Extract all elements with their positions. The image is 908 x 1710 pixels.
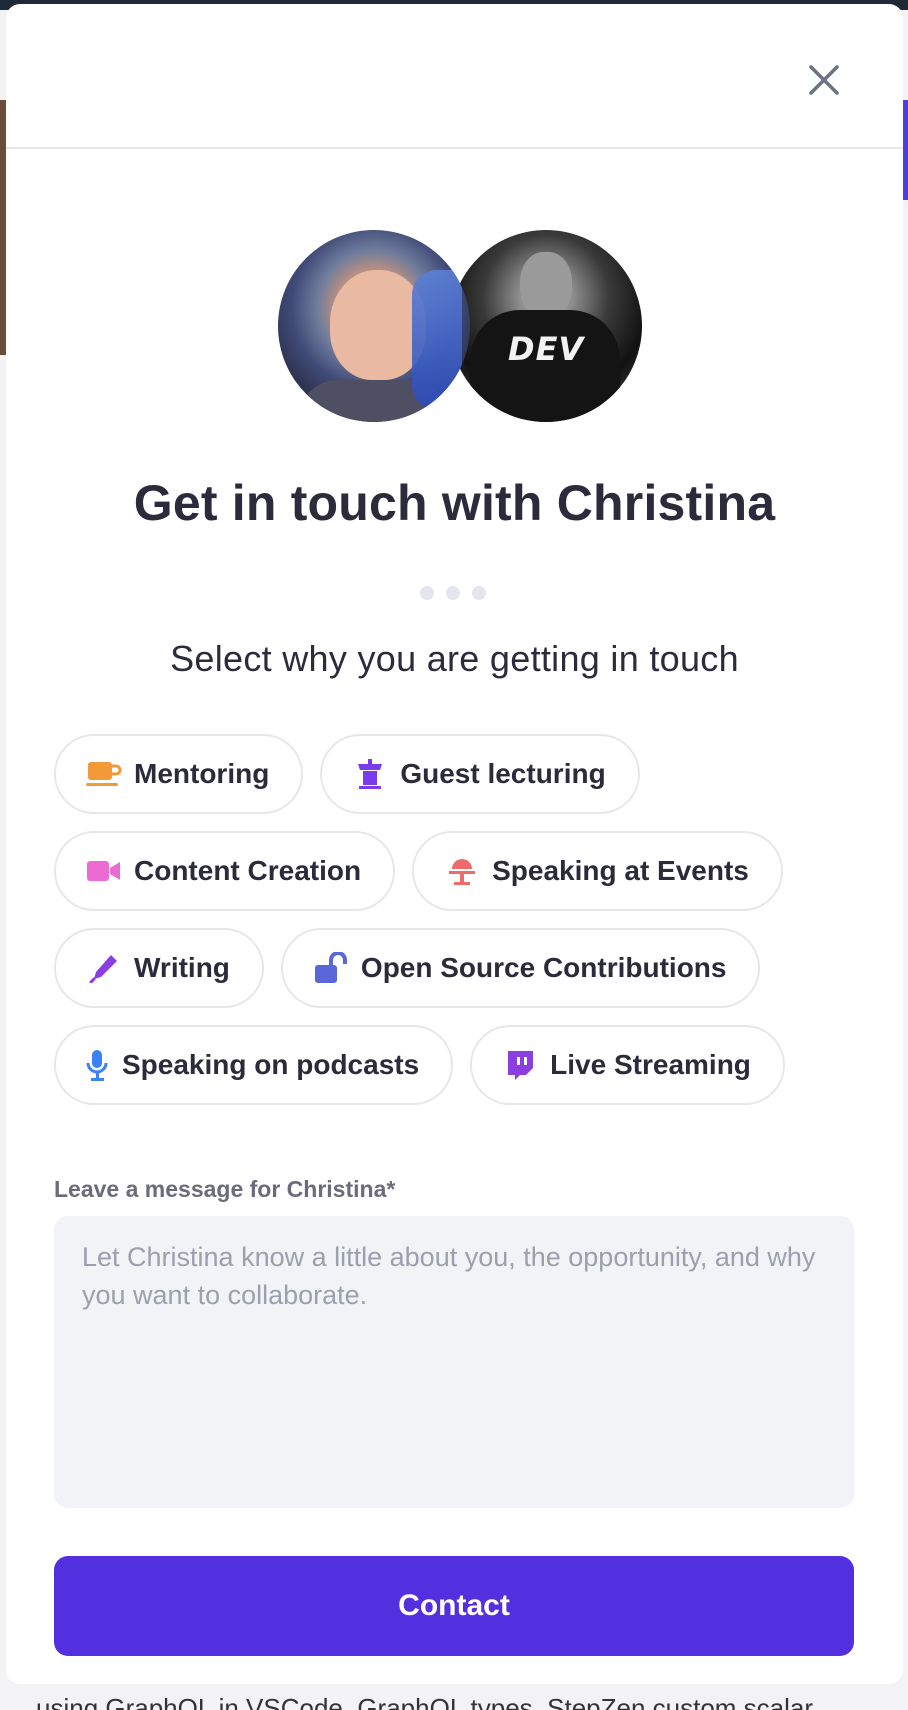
reason-label: Writing — [134, 952, 230, 983]
video-camera-icon — [86, 853, 122, 889]
step-indicator — [420, 586, 486, 600]
reason-chip-podcasts[interactable]: Speaking on podcasts — [54, 1025, 454, 1105]
reason-chip-mentoring[interactable]: Mentoring — [54, 734, 304, 814]
step-dot — [420, 586, 434, 600]
reason-chip-speaking-at-events[interactable]: Speaking at Events — [412, 831, 783, 911]
pen-icon — [86, 950, 122, 986]
step-dot — [472, 586, 486, 600]
podium-icon — [444, 853, 480, 889]
contact-modal: DEV Get in touch with Christina Select w… — [6, 4, 903, 1684]
reason-label: Open Source Contributions — [360, 952, 727, 983]
reason-label: Guest lecturing — [400, 758, 606, 789]
avatar-requester: DEV — [450, 230, 642, 422]
modal-subtitle: Select why you are getting in touch — [170, 638, 739, 679]
step-dot — [446, 586, 460, 600]
reason-label: Mentoring — [134, 758, 270, 789]
lectern-icon — [352, 756, 388, 792]
close-button[interactable] — [802, 58, 846, 102]
message-label: Leave a message for Christina* — [54, 1176, 396, 1202]
reason-chip-writing[interactable]: Writing — [54, 928, 264, 1008]
message-textarea[interactable] — [54, 1216, 854, 1508]
unlock-icon — [313, 950, 349, 986]
avatar-christina — [278, 230, 470, 422]
background-article-text: using GraphQL in VSCode. GraphQL types. … — [36, 1693, 814, 1710]
modal-header — [6, 4, 903, 149]
reason-label: Speaking at Events — [492, 855, 749, 886]
reason-chip-content-creation[interactable]: Content Creation — [54, 831, 396, 911]
reason-chip-guest-lecturing[interactable]: Guest lecturing — [320, 734, 640, 814]
reason-options: Mentoring Guest lecturing Content Creati… — [54, 734, 864, 1122]
twitch-icon — [502, 1047, 538, 1083]
microphone-icon — [84, 1047, 110, 1083]
close-icon — [809, 65, 839, 95]
contact-button[interactable]: Contact — [54, 1556, 854, 1656]
modal-title: Get in touch with Christina — [133, 475, 776, 531]
avatar-group: DEV — [278, 230, 642, 426]
reason-label: Live Streaming — [550, 1049, 751, 1080]
reason-chip-open-source[interactable]: Open Source Contributions — [280, 928, 761, 1008]
reason-label: Speaking on podcasts — [122, 1049, 420, 1080]
reason-label: Content Creation — [134, 855, 362, 886]
coffee-cup-icon — [86, 756, 122, 792]
reason-chip-live-streaming[interactable]: Live Streaming — [470, 1025, 785, 1105]
